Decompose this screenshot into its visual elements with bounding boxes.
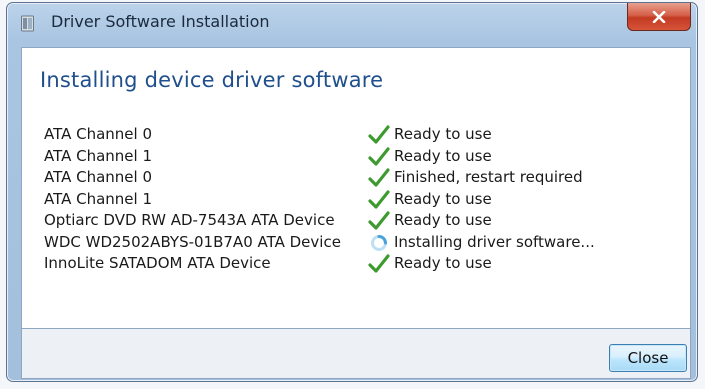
device-name: WDC WD2502ABYS-01B7A0 ATA Device xyxy=(44,232,341,251)
device-status: Ready to use xyxy=(394,189,492,208)
device-status: Ready to use xyxy=(394,146,492,165)
device-name: Optiarc DVD RW AD-7543A ATA Device xyxy=(44,211,335,229)
device-status: Ready to use xyxy=(394,125,492,143)
check-icon xyxy=(368,254,390,274)
device-status: Ready to use xyxy=(394,254,492,272)
content-panel: Installing device driver software ATA Ch… xyxy=(21,47,691,329)
button-bar: Close xyxy=(21,329,691,379)
device-row: InnoLite SATADOM ATA Device Ready to use xyxy=(44,253,690,275)
device-list: ATA Channel 0 Ready to use ATA Channel 1 Re… xyxy=(44,124,690,275)
device-row: ATA Channel 1 Ready to use xyxy=(44,146,690,168)
close-icon xyxy=(652,10,666,23)
device-row: ATA Channel 0 Finished, restart required xyxy=(44,167,690,189)
device-name: ATA Channel 0 xyxy=(44,125,153,143)
page-heading: Installing device driver software xyxy=(40,68,384,92)
device-status: Finished, restart required xyxy=(394,168,583,186)
title-close-button[interactable] xyxy=(627,3,691,31)
device-status: Ready to use xyxy=(394,211,492,229)
check-icon xyxy=(368,168,390,188)
check-icon xyxy=(368,211,390,231)
device-row: Optiarc DVD RW AD-7543A ATA Device Ready … xyxy=(44,210,690,232)
window-title: Driver Software Installation xyxy=(51,12,270,31)
dialog-window: Driver Software Installation Installing … xyxy=(6,2,698,382)
close-button[interactable]: Close xyxy=(609,344,687,372)
device-name: ATA Channel 1 xyxy=(44,146,153,165)
busy-spinner-icon xyxy=(368,233,390,253)
device-row: ATA Channel 1 Ready to use xyxy=(44,189,690,211)
device-row: ATA Channel 0 Ready to use xyxy=(44,124,690,146)
title-bar[interactable]: Driver Software Installation xyxy=(7,3,697,43)
device-name: ATA Channel 0 xyxy=(44,168,153,186)
check-icon xyxy=(368,125,390,145)
device-row: WDC WD2502ABYS-01B7A0 ATA Device Installi… xyxy=(44,232,690,254)
device-name: InnoLite SATADOM ATA Device xyxy=(44,254,271,272)
device-status: Installing driver software... xyxy=(394,232,595,251)
device-name: ATA Channel 1 xyxy=(44,189,153,208)
driver-app-icon xyxy=(21,15,34,32)
check-icon xyxy=(368,146,390,167)
check-icon xyxy=(368,189,390,210)
